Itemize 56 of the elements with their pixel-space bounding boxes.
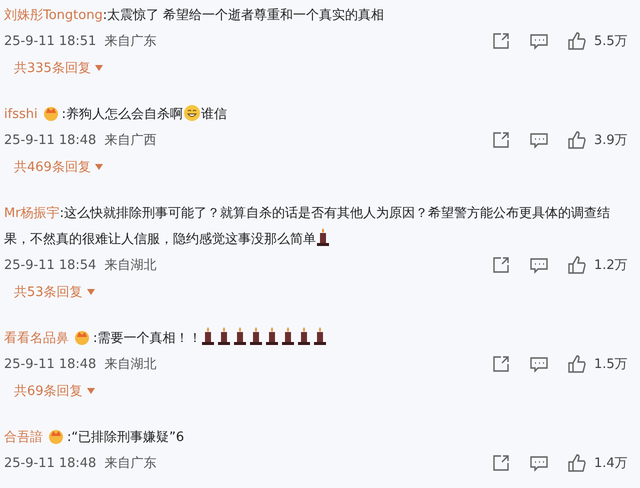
comment-time: 25-9-11 18:48: [4, 132, 96, 148]
like-count: 1.5万: [594, 356, 629, 373]
like-count: 3.9万: [594, 132, 629, 149]
replies-link[interactable]: 共53条回复: [14, 281, 95, 303]
crown-badge-icon: [73, 328, 91, 346]
comment-text: ifsshi :养狗人怎么会自杀啊 谁信: [4, 102, 634, 128]
caret-icon: [94, 65, 103, 71]
comment-icon[interactable]: [530, 355, 548, 373]
like-count: 1.4万: [594, 455, 629, 472]
share-icon[interactable]: [492, 32, 510, 50]
comment-icon[interactable]: [530, 454, 548, 472]
comment-time: 25-9-11 18:51: [4, 34, 96, 48]
like-count: 5.5万: [594, 33, 629, 50]
comment-time: 25-9-11 18:48: [4, 456, 96, 470]
thumbs-up-icon[interactable]: [568, 32, 586, 50]
comment-icon[interactable]: [530, 256, 548, 274]
comment-icon[interactable]: [530, 131, 548, 149]
grin-emoji-icon: [182, 104, 201, 122]
caret-icon: [86, 388, 95, 394]
share-icon[interactable]: [492, 131, 510, 149]
crown-badge-icon: [42, 104, 60, 122]
comment-location: 来自广东: [104, 455, 156, 472]
replies-link[interactable]: 共69条回复: [14, 380, 95, 402]
candle-icon: [201, 327, 216, 345]
candle-icon: [281, 327, 296, 345]
thumbs-up-icon[interactable]: [568, 131, 586, 149]
thumbs-up-icon[interactable]: [568, 355, 586, 373]
caret-icon: [86, 289, 95, 295]
comment-text: Mr杨振宇:这么快就排除刑事可能了？就算自杀的话是否有其他人为原因？希望警方能公布更具体的调查结果，不然真的很难让人信服，隐约感觉这事没那么简单: [4, 205, 611, 249]
comment-text: 合吾諳 :“已排除刑事嫌疑”6: [4, 425, 634, 451]
candle-icon: [316, 228, 330, 246]
comment-time: 25-9-11 18:48: [4, 356, 96, 372]
candle-icon: [297, 327, 312, 345]
crown-badge-icon: [47, 427, 65, 445]
candle-icon: [265, 327, 280, 345]
comment-icon[interactable]: [530, 32, 548, 50]
comment-time: 25-9-11 18:54: [4, 258, 96, 272]
caret-icon: [94, 164, 103, 170]
candle-icon: [217, 327, 232, 345]
comment-location: 来自广西: [104, 132, 156, 149]
candle-icon: [249, 327, 264, 345]
thumbs-up-icon[interactable]: [568, 256, 586, 274]
comment-location: 来自湖北: [104, 356, 156, 373]
like-count: 1.2万: [594, 257, 629, 274]
replies-link[interactable]: 共469条回复: [14, 156, 103, 178]
comment-location: 来自广东: [104, 33, 156, 50]
replies-link[interactable]: 共335条回复: [14, 57, 103, 79]
thumbs-up-icon[interactable]: [568, 454, 586, 472]
share-icon[interactable]: [492, 256, 510, 274]
share-icon[interactable]: [492, 454, 510, 472]
candle-icon: [233, 327, 248, 345]
comment-text: 刘姝彤Tongtong:太震惊了 希望给一个逝者尊重和一个真实的真相: [4, 7, 386, 25]
comment-text: 看看名品鼻 :需要一个真相！！: [4, 326, 634, 352]
share-icon[interactable]: [492, 355, 510, 373]
comment-location: 来自湖北: [104, 257, 156, 274]
candle-icon: [313, 327, 328, 345]
